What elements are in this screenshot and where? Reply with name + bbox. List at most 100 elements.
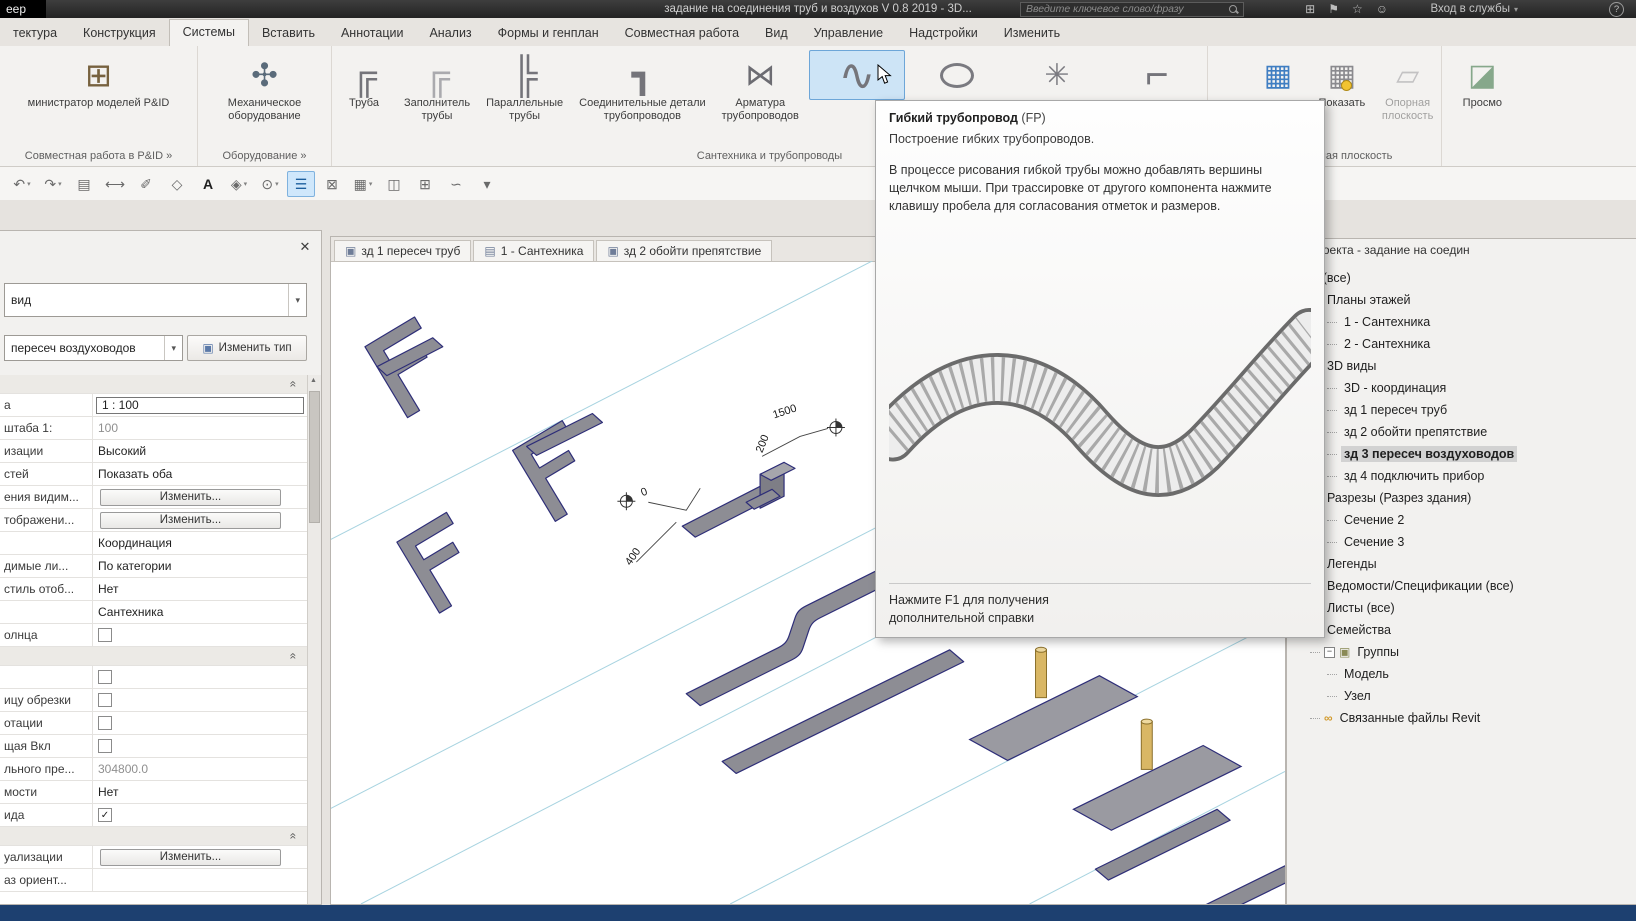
property-value[interactable]: Сантехника (92, 601, 307, 623)
tree-item[interactable]: Сечение 2 (1287, 509, 1636, 531)
tree-item[interactable]: зд 1 пересеч труб (1287, 399, 1636, 421)
edit-type-button[interactable]: Изменить тип (187, 335, 307, 361)
property-row[interactable] (0, 647, 307, 666)
property-edit-button[interactable]: Изменить... (100, 488, 281, 506)
pipe-placeholder-button[interactable]: Заполнитель трубы (398, 50, 476, 126)
mechanical-equipment-button[interactable]: Механическое оборудование (222, 50, 307, 126)
viewer-button[interactable]: Просмо (1452, 50, 1512, 113)
property-row[interactable]: уализации Изменить... (0, 846, 307, 869)
property-row[interactable]: ения видим... Изменить... (0, 486, 307, 509)
pipe-accessory-button[interactable]: Арматура трубопроводов (716, 50, 805, 126)
property-value[interactable]: Показать оба (92, 463, 307, 485)
tree-item[interactable]: Листы (все) (1287, 597, 1636, 619)
property-value[interactable]: Изменить... (92, 509, 307, 531)
search-icon[interactable] (1229, 4, 1238, 14)
property-row[interactable]: щая Вкл (0, 735, 307, 758)
ribbon-group-label[interactable] (1450, 147, 1514, 166)
viewcube-icon[interactable]: ⊞ (411, 171, 439, 197)
ref-plane-button[interactable]: Опорная плоскость (1376, 50, 1439, 126)
ribbon-tab[interactable]: Формы и генплан (485, 21, 612, 46)
ribbon-tab[interactable]: Системы (168, 19, 249, 46)
property-value[interactable]: Изменить... (92, 846, 307, 868)
ribbon-tab[interactable]: Изменить (991, 21, 1073, 46)
tree-item[interactable]: зд 3 пересеч воздуховодов (1287, 443, 1636, 465)
redo-icon[interactable]: ↷ (39, 171, 67, 197)
property-row[interactable]: олнца (0, 624, 307, 647)
pipe-button[interactable]: Труба (334, 50, 394, 113)
property-value[interactable] (92, 827, 307, 845)
property-checkbox[interactable] (98, 693, 112, 707)
properties-scrollbar[interactable] (307, 375, 321, 904)
ribbon-tab[interactable]: тектура (0, 21, 70, 46)
switch-windows-icon[interactable]: ▦ (349, 171, 377, 197)
property-checkbox[interactable] (98, 739, 112, 753)
property-row[interactable] (0, 375, 307, 394)
property-value[interactable] (92, 869, 307, 891)
property-row[interactable]: Сантехника (0, 601, 307, 624)
sprinkler-button[interactable] (1009, 50, 1105, 100)
print-icon[interactable]: ▤ (70, 171, 98, 197)
measure-icon[interactable]: ✐ (132, 171, 160, 197)
property-value[interactable] (92, 624, 307, 646)
property-row[interactable]: изации Высокий (0, 440, 307, 463)
property-edit-button[interactable]: Изменить... (100, 848, 281, 866)
ribbon-tab[interactable]: Совместная работа (612, 21, 752, 46)
property-value[interactable] (92, 375, 307, 393)
property-checkbox[interactable] (98, 716, 112, 730)
favorites-icon[interactable]: ☆ (1352, 2, 1363, 16)
dimension-icon[interactable]: ⟷ (101, 171, 129, 197)
section-box-icon[interactable]: ◫ (380, 171, 408, 197)
property-value[interactable]: Высокий (92, 440, 307, 462)
property-value[interactable] (92, 735, 307, 757)
property-checkbox[interactable] (98, 670, 112, 684)
tree-item[interactable]: 3D виды (1287, 355, 1636, 377)
property-value[interactable]: По категории (92, 555, 307, 577)
ribbon-tab[interactable]: Аннотации (328, 21, 416, 46)
property-row[interactable] (0, 666, 307, 689)
user-icon[interactable]: ☺ (1376, 2, 1388, 16)
tree-item[interactable]: Узел (1287, 685, 1636, 707)
ribbon-tab[interactable]: Вставить (249, 21, 328, 46)
collapse-icon[interactable] (1324, 646, 1335, 658)
tree-item[interactable]: Модель (1287, 663, 1636, 685)
property-edit-button[interactable]: Изменить... (100, 511, 281, 529)
view-tab[interactable]: зд 1 пересеч труб (334, 240, 472, 261)
pid-model-admin-button[interactable]: министратор моделей P&ID (1, 50, 197, 113)
property-checkbox[interactable] (98, 628, 112, 642)
tree-item[interactable]: 2 - Сантехника (1287, 333, 1636, 355)
property-value[interactable]: Нет (92, 781, 307, 803)
property-value[interactable] (92, 689, 307, 711)
property-value[interactable]: 304800.0 (92, 758, 307, 780)
pipe-riser[interactable] (1035, 646, 1047, 699)
tree-item[interactable]: 3D - координация (1287, 377, 1636, 399)
ribbon-tab[interactable]: Анализ (416, 21, 484, 46)
property-row[interactable]: димые ли... По категории (0, 555, 307, 578)
property-value[interactable]: Нет (92, 578, 307, 600)
property-value[interactable] (92, 804, 307, 826)
property-row[interactable]: а 1 : 100 (0, 394, 307, 417)
tree-item[interactable]: Связанные файлы Revit (1287, 707, 1636, 729)
sign-in-button[interactable]: Вход в службы (1430, 3, 1518, 15)
tag-icon[interactable]: ◇ (163, 171, 191, 197)
property-row[interactable]: отации (0, 712, 307, 735)
thin-lines-icon[interactable]: ☰ (287, 171, 315, 197)
help-icon[interactable]: ? (1609, 1, 1624, 17)
tree-item[interactable]: Сечение 3 (1287, 531, 1636, 553)
toolbar-options-icon[interactable]: ▾ (473, 171, 501, 197)
duct-accessory-button[interactable] (1109, 50, 1205, 100)
property-row[interactable] (0, 827, 307, 846)
view-tab[interactable]: зд 2 обойти препятствие (596, 240, 773, 261)
property-row[interactable]: тображени... Изменить... (0, 509, 307, 532)
ribbon-tab[interactable]: Конструкция (70, 21, 169, 46)
property-value[interactable] (92, 647, 307, 665)
type-selector[interactable]: пересеч воздуховодов (4, 335, 183, 361)
tree-item[interactable]: Группы (1287, 641, 1636, 663)
property-row[interactable]: стей Показать оба (0, 463, 307, 486)
tree-item[interactable]: Разрезы (Разрез здания) (1287, 487, 1636, 509)
apps-icon[interactable]: ⊞ (1305, 2, 1315, 16)
property-row[interactable]: мости Нет (0, 781, 307, 804)
tree-item[interactable]: Ведомости/Спецификации (все) (1287, 575, 1636, 597)
property-row[interactable]: Координация (0, 532, 307, 555)
tree-item[interactable]: зд 2 обойти препятствие (1287, 421, 1636, 443)
scrollbar-thumb[interactable] (309, 391, 320, 523)
